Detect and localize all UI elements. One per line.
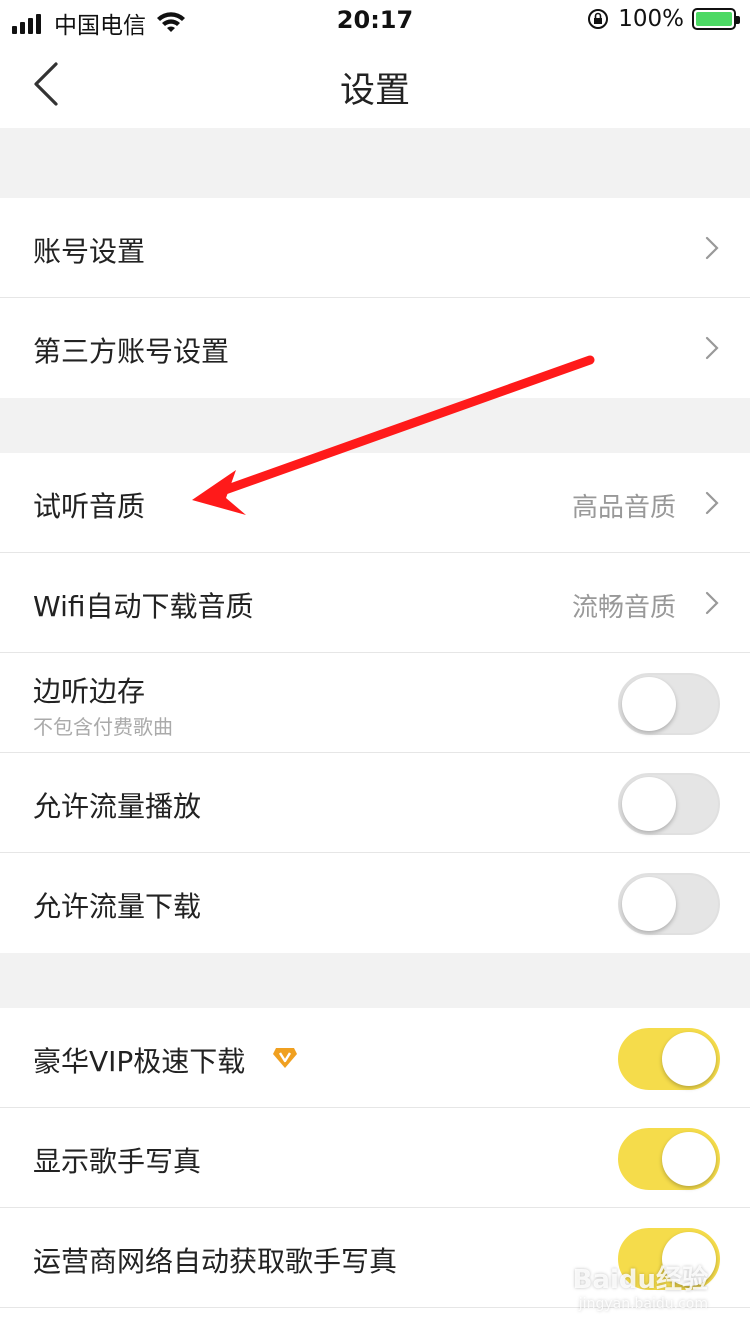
chevron-right-icon [705,236,719,260]
row-label: 允许流量播放 [33,790,202,823]
chevron-right-icon [705,491,719,515]
row-label: Wifi自动下载音质 [33,590,254,623]
row-label: 允许流量下载 [33,890,202,923]
row-label: 运营商网络自动获取歌手写真 [33,1245,398,1278]
battery-percent: 100% [618,6,684,32]
watermark-url: jingyan.baidu.com [578,1296,708,1312]
row-label: 第三方账号设置 [33,335,230,368]
listen-and-cache-row: 边听边存 不包含付费歌曲 [0,653,750,753]
chevron-right-icon [705,591,719,615]
account-section: 账号设置 第三方账号设置 [0,198,750,398]
wifi-download-quality-row[interactable]: Wifi自动下载音质 流畅音质 [0,553,750,653]
third-party-account-row[interactable]: 第三方账号设置 [0,298,750,398]
allow-mobile-play-toggle[interactable] [618,773,720,835]
orientation-lock-icon [588,9,609,29]
watermark-brand: Baidu经验 [572,1265,708,1295]
chevron-right-icon [705,336,719,360]
nav-bar: 设置 [0,40,750,128]
battery-icon [692,8,740,30]
vip-fast-download-toggle[interactable] [618,1028,720,1090]
account-settings-row[interactable]: 账号设置 [0,198,750,298]
listen-and-cache-toggle[interactable] [618,673,720,735]
row-sublabel: 不包含付费歌曲 [33,715,173,739]
allow-mobile-download-toggle[interactable] [618,873,720,935]
show-singer-photo-toggle[interactable] [618,1128,720,1190]
vip-fast-download-row: 豪华VIP极速下载 [0,1008,750,1108]
page-title: 设置 [339,71,410,111]
allow-mobile-play-row: 允许流量播放 [0,753,750,853]
row-label: 显示歌手写真 [33,1145,202,1178]
trial-quality-row[interactable]: 试听音质 高品音质 [0,453,750,553]
row-label: 边听边存 [33,675,146,708]
watermark: Baidu经验 jingyan.baidu.com [573,1259,708,1312]
row-label: 试听音质 [33,490,146,523]
status-bar: 中国电信 20:17 100% [0,0,750,40]
row-value: 流畅音质 [571,593,676,623]
row-label: 豪华VIP极速下载 [33,1045,246,1078]
quality-section: 试听音质 高品音质 Wifi自动下载音质 流畅音质 边听边存 不包含付费歌曲 允… [0,453,750,953]
row-value: 高品音质 [571,493,676,523]
row-label: 账号设置 [33,235,146,268]
status-right: 100% [586,6,740,32]
vip-diamond-icon [273,1048,297,1068]
show-singer-photo-row: 显示歌手写真 [0,1108,750,1208]
allow-mobile-download-row: 允许流量下载 [0,853,750,953]
